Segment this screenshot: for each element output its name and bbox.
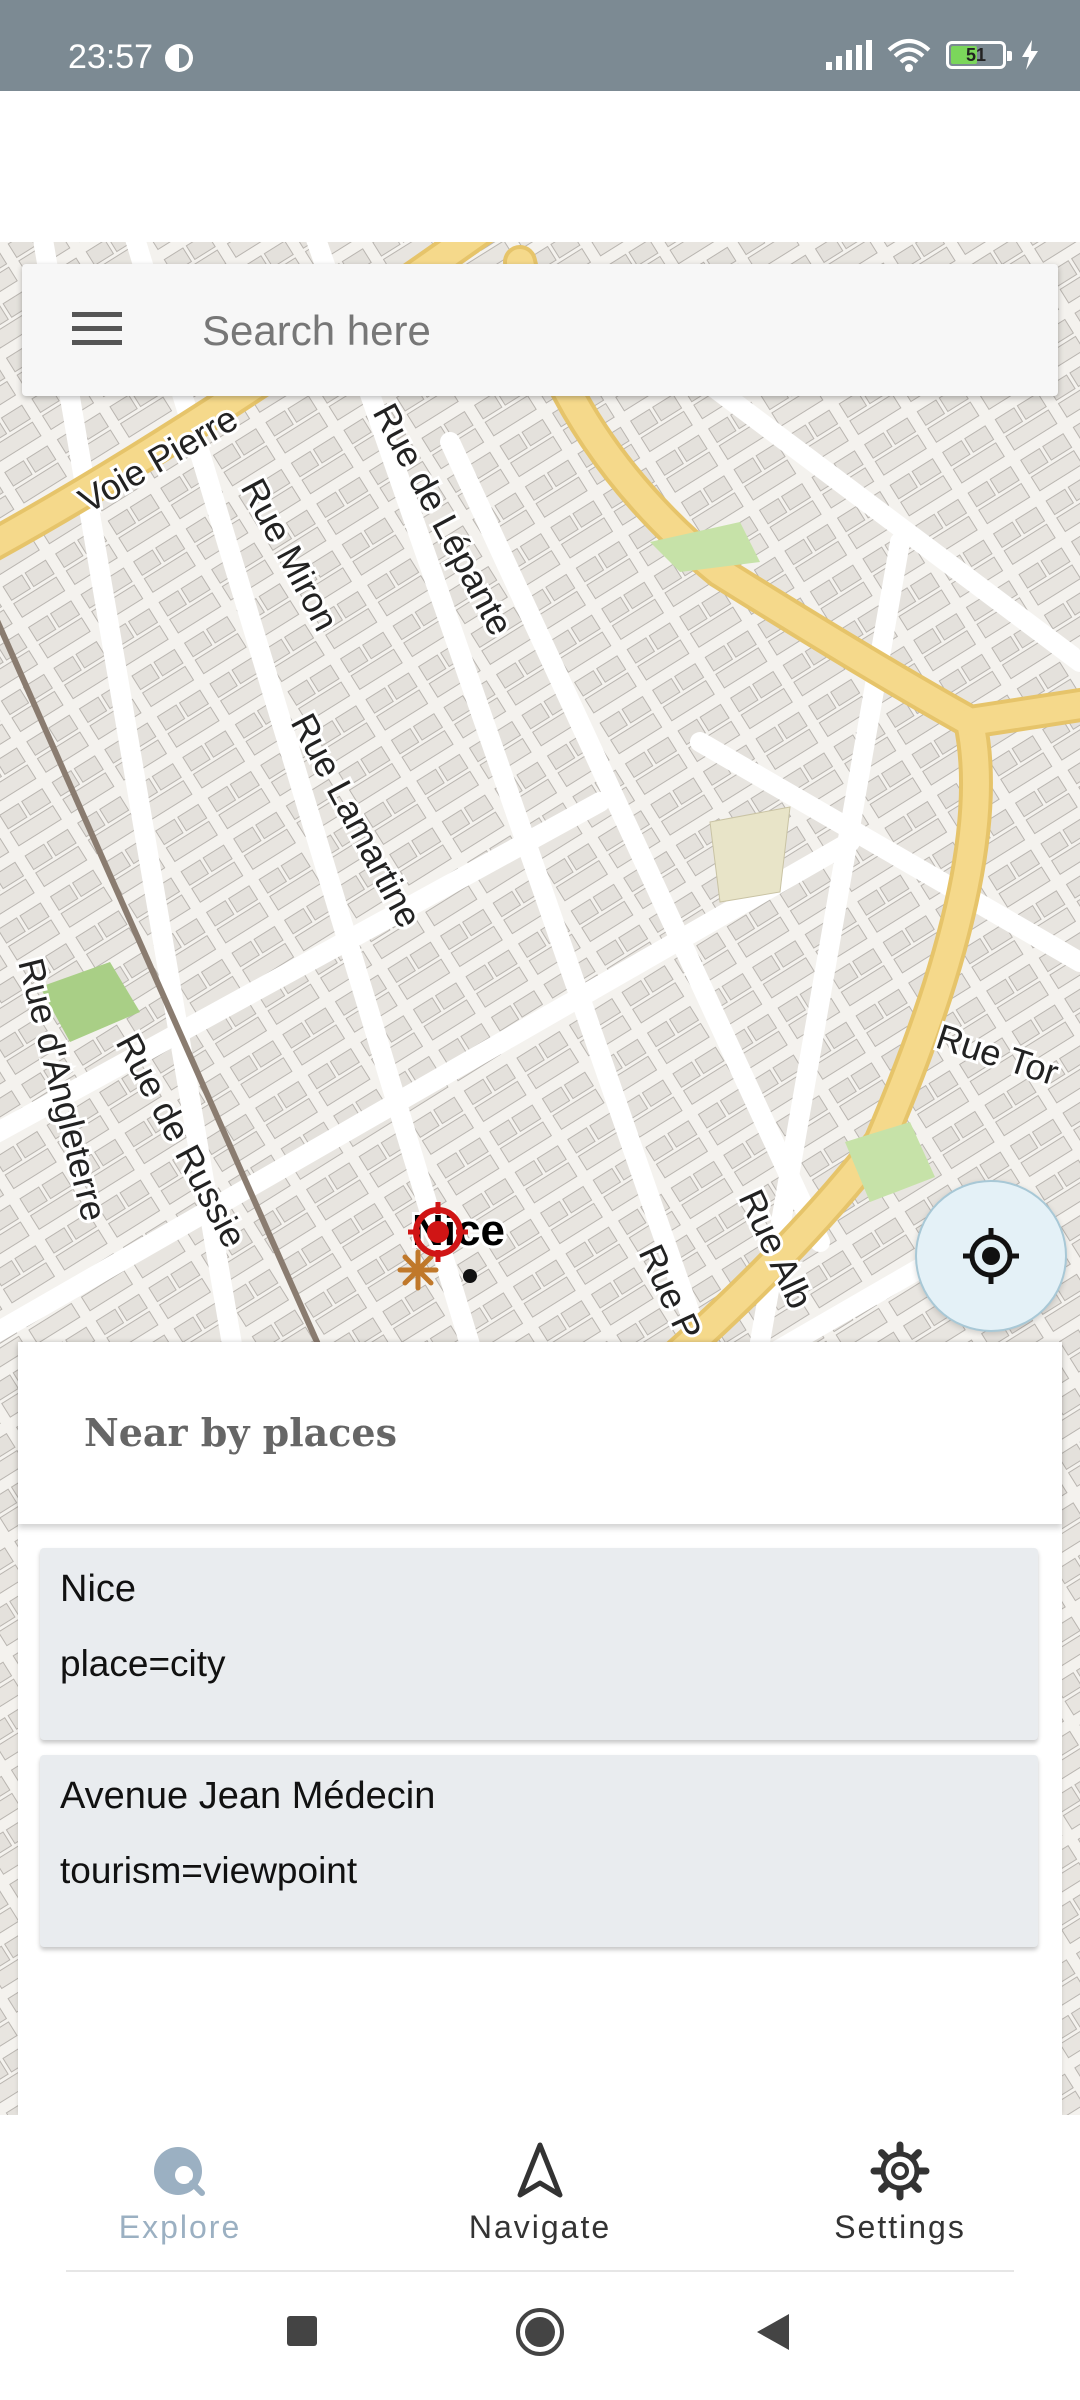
nearby-places-sheet: Near by places Nice place=city Avenue Je… [18,1342,1062,2115]
place-tag: place=city [60,1643,226,1684]
bottom-navigation: Explore Navigate Settings [0,2115,1080,2270]
nav-label: Navigate [468,2209,612,2245]
crosshair-icon [963,1228,1019,1284]
gear-icon [870,2141,930,2201]
sheet-header: Near by places [18,1342,1062,1524]
search-bar [22,264,1058,396]
status-time: 23:57 [68,38,154,76]
place-name: Avenue Jean Médecin [60,1775,436,1817]
explore-icon [154,2147,205,2196]
place-card[interactable]: Avenue Jean Médecin tourism=viewpoint [40,1755,1038,1947]
nav-label: Settings [834,2209,966,2245]
nav-navigate[interactable]: Navigate [430,2139,650,2259]
dnd-icon [165,44,193,72]
place-tag: tourism=viewpoint [60,1850,358,1891]
charging-icon [1022,40,1038,70]
search-input[interactable] [200,292,1024,370]
back-button[interactable] [755,2312,791,2352]
home-button[interactable] [514,2306,566,2358]
my-location-button[interactable] [915,1180,1067,1332]
nav-explore[interactable]: Explore [70,2139,290,2259]
battery-level: 51 [965,44,987,65]
place-card[interactable]: Nice place=city [40,1548,1038,1740]
nav-label: Explore [118,2209,242,2245]
system-navigation-bar [0,2272,1080,2400]
status-icons: 51 [824,38,1040,72]
place-name: Nice [60,1568,137,1610]
nav-settings[interactable]: Settings [790,2139,1010,2259]
signal-icon [826,40,872,70]
recents-button[interactable] [285,2314,319,2348]
menu-icon[interactable] [72,306,122,352]
wifi-icon [887,39,931,72]
navigate-icon [517,2142,563,2198]
viewpoint-icon [397,1249,439,1291]
status-bar: 23:57 51 [0,0,1080,91]
city-dot-icon [463,1269,477,1283]
battery-icon: 51 [946,41,1012,69]
sheet-title: Near by places [84,1410,397,1455]
